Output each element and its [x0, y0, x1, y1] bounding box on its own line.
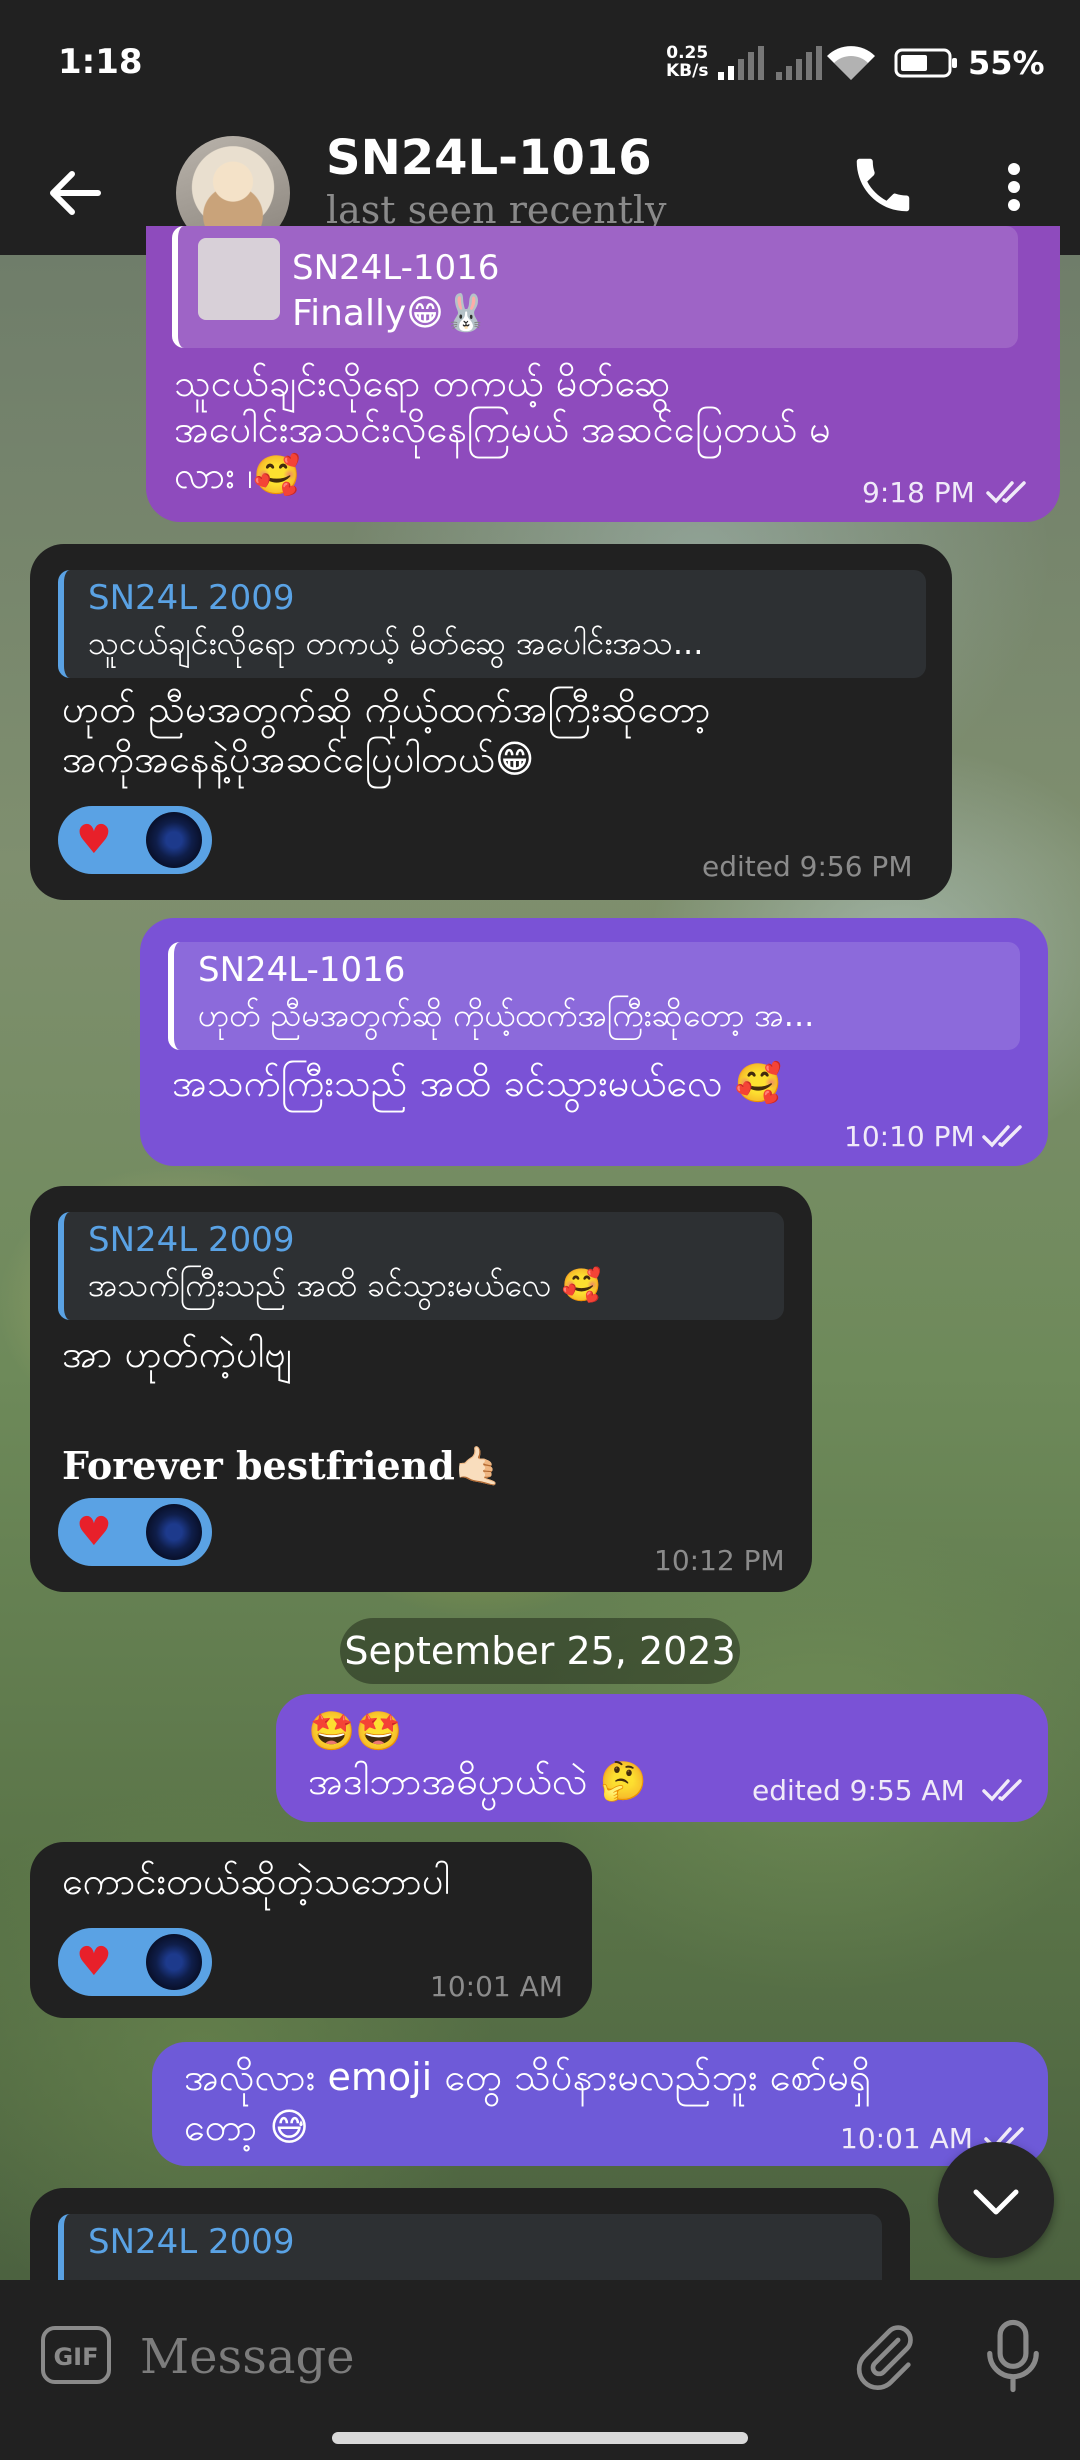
- microphone-icon[interactable]: [982, 2316, 1044, 2396]
- message-text: ကောင်းတယ်ဆိုတဲ့သဘောပါ: [62, 1856, 450, 1906]
- reply-thumbnail: [198, 238, 280, 320]
- wifi-icon: [827, 46, 875, 80]
- message-composer: GIF: [0, 2280, 1080, 2460]
- reply-text: သူငယ်ချင်းလိုရော တကယ့် မိတ်ဆွေ အပေါင်းအသ…: [88, 624, 704, 662]
- reaction-chip[interactable]: ♥: [58, 1498, 212, 1566]
- paperclip-icon[interactable]: [850, 2316, 920, 2396]
- reply-sender: SN24L 2009: [88, 1220, 295, 1260]
- reply-sender: SN24L-1016: [292, 248, 500, 288]
- net-speed-value: 0.25: [666, 43, 709, 63]
- message-text: ဟုတ် ညီမအတွက်ဆို ကိုယ့်ထက်အကြီးဆိုတော့ အ…: [62, 684, 711, 784]
- reactor-avatar: [146, 1934, 202, 1990]
- svg-text:GIF: GIF: [53, 2343, 98, 2371]
- reply-preview[interactable]: SN24L 2009 သူငယ်ချင်းလိုရော တကယ့် မိတ်ဆွ…: [58, 570, 926, 678]
- message-line: 🤩🤩: [308, 1709, 403, 1753]
- message-text: အလိုလား emoji တွေ သိပ်နားမလည်ဘူး စော်မရှ…: [184, 2052, 871, 2152]
- message-input[interactable]: [138, 2316, 822, 2398]
- outgoing-message[interactable]: 🤩🤩 အဒါဘာအဓိပ္ပာယ်လဲ 🤔 edited 9:55 AM: [276, 1694, 1048, 1822]
- reply-text: အသက်ကြီးသည် အထိ ခင်သွားမယ်လေ 🥰: [88, 1266, 602, 1304]
- message-time: 9:18 PM: [862, 476, 975, 509]
- gif-icon[interactable]: GIF: [40, 2325, 112, 2385]
- message-line: အသက်ကြီးသည် အထိ ခင်သွားမယ်လေ 🥰: [172, 1061, 782, 1105]
- message-line: အကိုအနေနဲ့ပိုအဆင်ပြေပါတယ်😁: [62, 737, 535, 781]
- message-text: 🤩🤩 အဒါဘာအဓိပ္ပာယ်လဲ 🤔: [308, 1706, 647, 1806]
- message-line: အပေါင်းအသင်းလိုနေကြမယ် အဆင်ပြေတယ် မ: [174, 407, 831, 451]
- more-vert-icon[interactable]: [994, 152, 1034, 222]
- message-time: edited 9:55 AM: [752, 1774, 965, 1807]
- outgoing-message[interactable]: SN24L-1016 ဟုတ် ညီမအတွက်ဆို ကိုယ့်ထက်အကြ…: [140, 918, 1048, 1166]
- reply-sender: SN24L 2009: [88, 2222, 295, 2262]
- phone-icon[interactable]: [848, 150, 918, 220]
- reply-text: ဟုတ် ညီမအတွက်ဆို ကိုယ့်ထက်အကြီးဆိုတော့ အ…: [198, 996, 815, 1034]
- message-line: အဒါဘာအဓိပ္ပာယ်လဲ 🤔: [308, 1759, 647, 1803]
- date-separator: September 25, 2023: [340, 1618, 740, 1684]
- reply-preview[interactable]: SN24L-1016 Finally😁🐰: [172, 226, 1018, 348]
- message-time: edited 9:56 PM: [702, 850, 913, 883]
- chevron-down-icon: [973, 2189, 1019, 2215]
- message-time: 10:12 PM: [654, 1544, 785, 1577]
- message-line: သူငယ်ချင်းလိုရော တကယ့် မိတ်ဆွေ: [174, 361, 671, 405]
- home-indicator[interactable]: [332, 2432, 748, 2444]
- message-time: 10:01 AM: [430, 1970, 563, 2003]
- reply-preview[interactable]: SN24L 2009 အသက်ကြီးသည် အထိ ခင်သွားမယ်လေ …: [58, 1212, 784, 1320]
- reactor-avatar: [146, 1504, 202, 1560]
- message-line: တော့ 😅: [184, 2105, 309, 2149]
- signal-icon: [718, 46, 764, 80]
- reply-sender: SN24L 2009: [88, 578, 295, 618]
- message-line: လား ၊🥰: [174, 453, 301, 497]
- incoming-message[interactable]: ကောင်းတယ်ဆိုတဲ့သဘောပါ ♥ 10:01 AM: [30, 1842, 592, 2018]
- chat-title[interactable]: SN24L-1016: [326, 130, 652, 186]
- incoming-message[interactable]: SN24L 2009 သူငယ်ချင်းလိုရော တကယ့် မိတ်ဆွ…: [30, 544, 952, 900]
- reply-sender: SN24L-1016: [198, 950, 406, 990]
- battery-percent: 55%: [968, 44, 1045, 82]
- reply-preview[interactable]: SN24L-1016 ဟုတ် ညီမအတွက်ဆို ကိုယ့်ထက်အကြ…: [168, 942, 1020, 1050]
- reply-text: Finally😁🐰: [292, 293, 489, 334]
- status-time: 1:18: [58, 42, 143, 82]
- message-text: အာ ဟုတ်ကဲ့ပါဗျ Forever bestfriend🤙🏻: [62, 1326, 502, 1494]
- message-line: ကောင်းတယ်ဆိုတဲ့သဘောပါ: [62, 1859, 451, 1903]
- message-line: ဟုတ် ညီမအတွက်ဆို ကိုယ့်ထက်အကြီးဆိုတော့: [62, 687, 711, 731]
- message-text: အသက်ကြီးသည် အထိ ခင်သွားမယ်လေ 🥰: [172, 1058, 782, 1108]
- battery-icon: [894, 48, 957, 78]
- reaction-chip[interactable]: ♥: [58, 1928, 212, 1996]
- double-check-icon: [982, 1125, 1022, 1148]
- reactor-avatar: [146, 812, 202, 868]
- message-text: သူငယ်ချင်းလိုရော တကယ့် မိတ်ဆွေ အပေါင်းအသ…: [174, 360, 831, 498]
- outgoing-message[interactable]: SN24L-1016 Finally😁🐰 သူငယ်ချင်းလိုရော တက…: [146, 226, 1060, 522]
- reaction-chip[interactable]: ♥: [58, 806, 212, 874]
- status-bar: 1:18 0.25 KB/s 55%: [0, 0, 1080, 128]
- signal-icon: [776, 46, 822, 80]
- message-line: [62, 1382, 502, 1438]
- scroll-to-bottom-button[interactable]: [938, 2142, 1054, 2258]
- net-speed: 0.25 KB/s: [666, 44, 708, 80]
- heart-reaction: ♥: [76, 1509, 112, 1555]
- double-check-icon: [982, 1779, 1022, 1802]
- message-line: Forever bestfriend🤙🏻: [62, 1443, 503, 1488]
- heart-reaction: ♥: [76, 817, 112, 863]
- message-line: အာ ဟုတ်ကဲ့ပါဗျ: [62, 1332, 292, 1376]
- message-line: အလိုလား emoji တွေ သိပ်နားမလည်ဘူး စော်မရှ…: [184, 2055, 871, 2099]
- double-check-icon: [986, 481, 1026, 504]
- outgoing-message[interactable]: အလိုလား emoji တွေ သိပ်နားမလည်ဘူး စော်မရှ…: [152, 2042, 1048, 2166]
- message-time: 10:10 PM: [844, 1120, 975, 1153]
- net-speed-unit: KB/s: [666, 61, 709, 81]
- heart-reaction: ♥: [76, 1939, 112, 1985]
- incoming-message[interactable]: SN24L 2009 အသက်ကြီးသည် အထိ ခင်သွားမယ်လေ …: [30, 1186, 812, 1592]
- back-arrow-icon[interactable]: [40, 158, 110, 228]
